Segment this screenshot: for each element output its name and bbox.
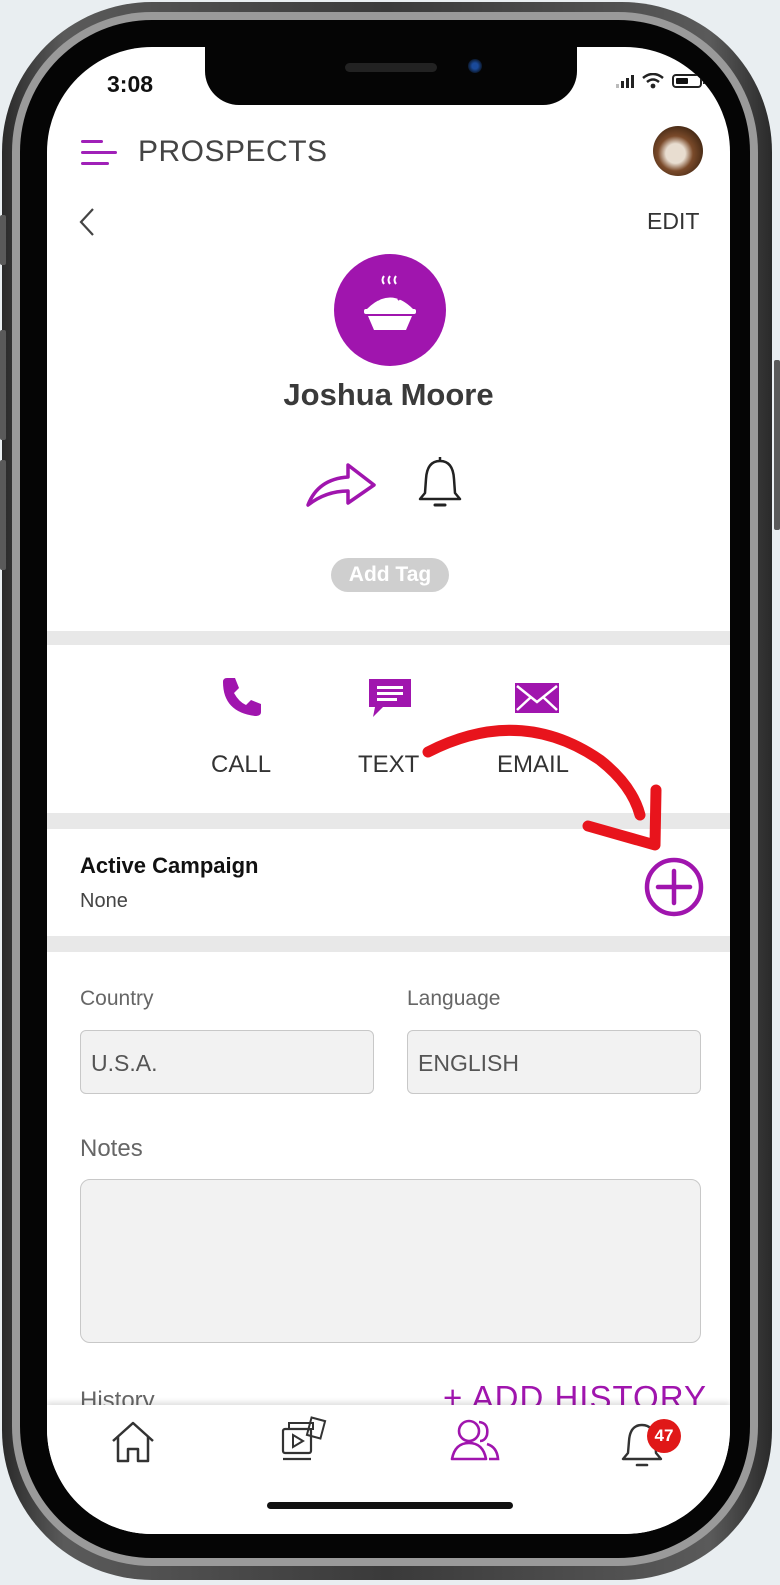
language-field[interactable]: ENGLISH [407, 1030, 701, 1094]
text-label[interactable]: TEXT [358, 751, 419, 779]
phone-side-button [0, 215, 6, 265]
battery-icon [672, 74, 705, 88]
status-time: 3:08 [107, 71, 154, 97]
call-label[interactable]: CALL [211, 751, 271, 779]
add-tag-button[interactable]: Add Tag [331, 558, 449, 592]
notch [205, 47, 577, 105]
front-camera [468, 59, 482, 73]
home-indicator[interactable] [267, 1502, 513, 1509]
user-avatar[interactable] [653, 126, 703, 176]
menu-icon[interactable] [81, 140, 117, 168]
status-icons [616, 73, 705, 89]
email-label[interactable]: EMAIL [497, 751, 569, 779]
wifi-icon [642, 73, 664, 89]
phone-side-button [774, 360, 780, 530]
speaker [345, 63, 437, 72]
phone-icon[interactable] [219, 674, 265, 720]
notes-field[interactable] [80, 1179, 701, 1343]
notes-label: Notes [80, 1135, 143, 1162]
add-campaign-plus-icon[interactable] [643, 856, 705, 918]
edit-button[interactable]: EDIT [647, 208, 699, 235]
contacts-icon[interactable] [449, 1415, 501, 1467]
language-label: Language [407, 987, 501, 1010]
phone-side-button [0, 460, 6, 570]
media-icon[interactable] [277, 1415, 327, 1467]
share-icon[interactable] [304, 459, 378, 511]
country-field[interactable]: U.S.A. [80, 1030, 374, 1094]
screen: 3:08 PROSPECTS EDIT Joshua Moore Add Tag… [47, 47, 730, 1534]
section-divider [47, 631, 730, 645]
section-divider [47, 936, 730, 952]
signal-icon [616, 74, 634, 88]
bell-icon[interactable] [415, 455, 465, 513]
message-icon[interactable] [365, 675, 415, 721]
phone-side-button [0, 330, 6, 440]
prospect-name: Joshua Moore [283, 377, 494, 412]
back-icon[interactable] [78, 207, 96, 237]
notification-badge: 47 [647, 1419, 681, 1453]
page-title: PROSPECTS [138, 135, 328, 168]
country-label: Country [80, 987, 154, 1010]
pie-icon [364, 275, 416, 330]
active-campaign-title: Active Campaign [80, 853, 259, 878]
home-icon[interactable] [109, 1419, 157, 1465]
envelope-icon[interactable] [513, 681, 561, 715]
section-divider [47, 813, 730, 829]
profile-avatar [334, 254, 446, 366]
active-campaign-value: None [80, 890, 128, 912]
